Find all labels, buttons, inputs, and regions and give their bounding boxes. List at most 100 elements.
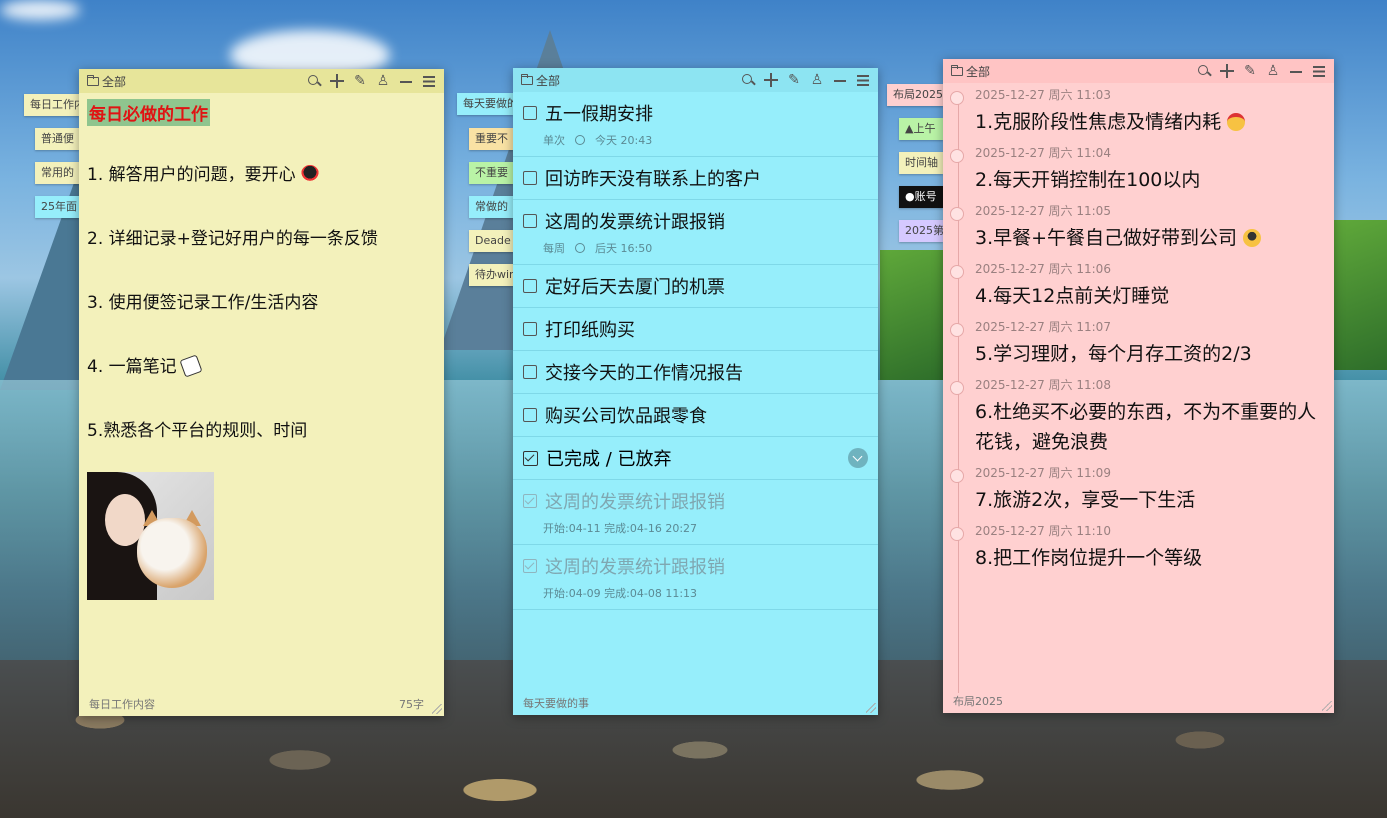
reminder-time: 后天 16:50	[595, 242, 653, 255]
skin-icon[interactable]: ♙	[1266, 64, 1280, 78]
todo-text: 这周的发票统计跟报销	[545, 557, 725, 578]
chevron-down-icon[interactable]	[848, 448, 868, 468]
timeline-dot-icon	[950, 149, 964, 163]
timeline-entry[interactable]: 2025-12-27 周六 11:05 3.早餐+午餐自己做好带到公司	[950, 203, 1324, 253]
resize-grip-icon[interactable]	[866, 703, 876, 713]
timeline-text: 1.克服阶段性焦虑及情绪内耗	[975, 111, 1222, 133]
folder-icon	[87, 74, 99, 86]
side-tab[interactable]: 每天要做的	[457, 93, 513, 115]
todo-text: 这周的发票统计跟报销	[545, 212, 725, 233]
resize-grip-icon[interactable]	[1322, 701, 1332, 711]
category-selector[interactable]: 全部	[521, 72, 741, 89]
todo-item[interactable]: 这周的发票统计跟报销 每周 后天 16:50	[513, 200, 878, 265]
penguin-emoji-icon	[301, 165, 320, 183]
face-emoji-icon	[1227, 113, 1246, 131]
side-tab[interactable]: 每日工作内	[24, 94, 79, 116]
checkbox-checked[interactable]	[523, 559, 537, 573]
side-tab[interactable]: 2025第	[899, 220, 943, 242]
search-icon[interactable]	[741, 73, 755, 87]
repeat-label: 每周	[543, 242, 565, 255]
side-tab[interactable]: 时间轴	[899, 152, 943, 174]
menu-icon[interactable]	[1312, 64, 1326, 78]
pin-icon[interactable]: ✎	[1243, 64, 1257, 78]
side-tab[interactable]: 常用的	[35, 162, 79, 184]
checkbox[interactable]	[523, 408, 537, 422]
side-tab[interactable]: 待办win	[469, 264, 513, 286]
todo-item[interactable]: 打印纸购买	[513, 308, 878, 351]
sticky-note-daily-work[interactable]: 全部 ✎ ♙ 每日必做的工作 1. 解答用户的问题，要开心 2. 详细记录+登记…	[79, 69, 444, 716]
sticky-note-timeline[interactable]: 全部 ✎ ♙ 2025-12-27 周六 11:03 1.克服阶段性焦虑及情绪内…	[943, 59, 1334, 713]
search-icon[interactable]	[307, 74, 321, 88]
side-tab[interactable]: 25年面	[35, 196, 79, 218]
timeline-entry[interactable]: 2025-12-27 周六 11:09 7.旅游2次，享受一下生活	[950, 465, 1324, 515]
category-selector[interactable]: 全部	[87, 73, 307, 90]
timeline-entry[interactable]: 2025-12-27 周六 11:04 2.每天开销控制在100以内	[950, 145, 1324, 195]
timeline-entry[interactable]: 2025-12-27 周六 11:08 6.杜绝买不必要的东西，不为不重要的人花…	[950, 377, 1324, 457]
pin-icon[interactable]: ✎	[787, 73, 801, 87]
side-tab[interactable]: Deade	[469, 230, 513, 252]
side-tab[interactable]: 重要不	[469, 128, 513, 150]
add-icon[interactable]	[1220, 64, 1234, 78]
note-name: 布局2025	[953, 695, 1003, 708]
checkbox[interactable]	[523, 171, 537, 185]
note-line: 5.熟悉各个平台的规则、时间	[87, 421, 308, 441]
timeline-entry[interactable]: 2025-12-27 周六 11:10 8.把工作岗位提升一个等级	[950, 523, 1324, 573]
note-content[interactable]: 每日必做的工作 1. 解答用户的问题，要开心 2. 详细记录+登记好用户的每一条…	[79, 93, 444, 606]
checkbox-checked[interactable]	[523, 494, 537, 508]
side-tab[interactable]: 布局2025	[887, 84, 943, 106]
skin-icon[interactable]: ♙	[376, 74, 390, 88]
search-icon[interactable]	[1197, 64, 1211, 78]
timeline-date: 2025-12-27 周六 11:09	[975, 466, 1111, 480]
timeline-entry[interactable]: 2025-12-27 周六 11:03 1.克服阶段性焦虑及情绪内耗	[950, 87, 1324, 137]
checkbox[interactable]	[523, 106, 537, 120]
timeline-dot-icon	[950, 265, 964, 279]
note-footer: 布局2025	[943, 689, 1334, 713]
timeline-date: 2025-12-27 周六 11:10	[975, 524, 1111, 538]
timeline-entry[interactable]: 2025-12-27 周六 11:06 4.每天12点前关灯睡觉	[950, 261, 1324, 311]
side-tab[interactable]: 普通便	[35, 128, 79, 150]
completed-section-header[interactable]: 已完成 / 已放弃	[513, 437, 878, 480]
timeline-entry[interactable]: 2025-12-27 周六 11:07 5.学习理财，每个月存工资的2/3	[950, 319, 1324, 369]
completed-item[interactable]: 这周的发票统计跟报销 开始:04-09 完成:04-08 11:13	[513, 545, 878, 610]
side-tab-label: 账号	[914, 190, 937, 203]
note-name: 每天要做的事	[523, 697, 589, 710]
note-image[interactable]	[87, 472, 214, 600]
completed-item[interactable]: 这周的发票统计跟报销 开始:04-11 完成:04-16 20:27	[513, 480, 878, 545]
timeline-dot-icon	[950, 527, 964, 541]
todo-item[interactable]: 五一假期安排 单次 今天 20:43	[513, 92, 878, 157]
side-tab[interactable]: ●账号	[899, 186, 943, 208]
timeline-date: 2025-12-27 周六 11:07	[975, 320, 1111, 334]
note-line: 3. 使用便签记录工作/生活内容	[87, 293, 319, 313]
side-tab[interactable]: 不重要	[469, 162, 513, 184]
timeline-dot-icon	[950, 469, 964, 483]
minimize-icon[interactable]	[1289, 64, 1303, 78]
skin-icon[interactable]: ♙	[810, 73, 824, 87]
add-icon[interactable]	[764, 73, 778, 87]
minimize-icon[interactable]	[833, 73, 847, 87]
todo-item[interactable]: 交接今天的工作情况报告	[513, 351, 878, 394]
minimize-icon[interactable]	[399, 74, 413, 88]
side-tab[interactable]: 常做的	[469, 196, 513, 218]
pin-icon[interactable]: ✎	[353, 74, 367, 88]
timeline[interactable]: 2025-12-27 周六 11:03 1.克服阶段性焦虑及情绪内耗 2025-…	[943, 83, 1334, 693]
checkbox[interactable]	[523, 365, 537, 379]
todo-item[interactable]: 回访昨天没有联系上的客户	[513, 157, 878, 200]
sticky-note-todo[interactable]: 全部 ✎ ♙ 五一假期安排 单次 今天 20:43 回访昨天没有联系上的客户 这周…	[513, 68, 878, 715]
add-icon[interactable]	[330, 74, 344, 88]
side-tab[interactable]: ▲上午	[899, 118, 943, 140]
todo-item[interactable]: 购买公司饮品跟零食	[513, 394, 878, 437]
category-label: 全部	[102, 74, 127, 89]
todo-item[interactable]: 定好后天去厦门的机票	[513, 265, 878, 308]
note-title: 每日必做的工作	[87, 99, 210, 126]
resize-grip-icon[interactable]	[432, 704, 442, 714]
timeline-dot-icon	[950, 381, 964, 395]
category-selector[interactable]: 全部	[951, 63, 1197, 80]
checkbox[interactable]	[523, 322, 537, 336]
checkbox[interactable]	[523, 214, 537, 228]
completed-label: 已完成 / 已放弃	[546, 449, 672, 470]
reminder-time: 今天 20:43	[595, 134, 653, 147]
menu-icon[interactable]	[422, 74, 436, 88]
category-label: 全部	[966, 64, 991, 79]
checkbox[interactable]	[523, 279, 537, 293]
menu-icon[interactable]	[856, 73, 870, 87]
